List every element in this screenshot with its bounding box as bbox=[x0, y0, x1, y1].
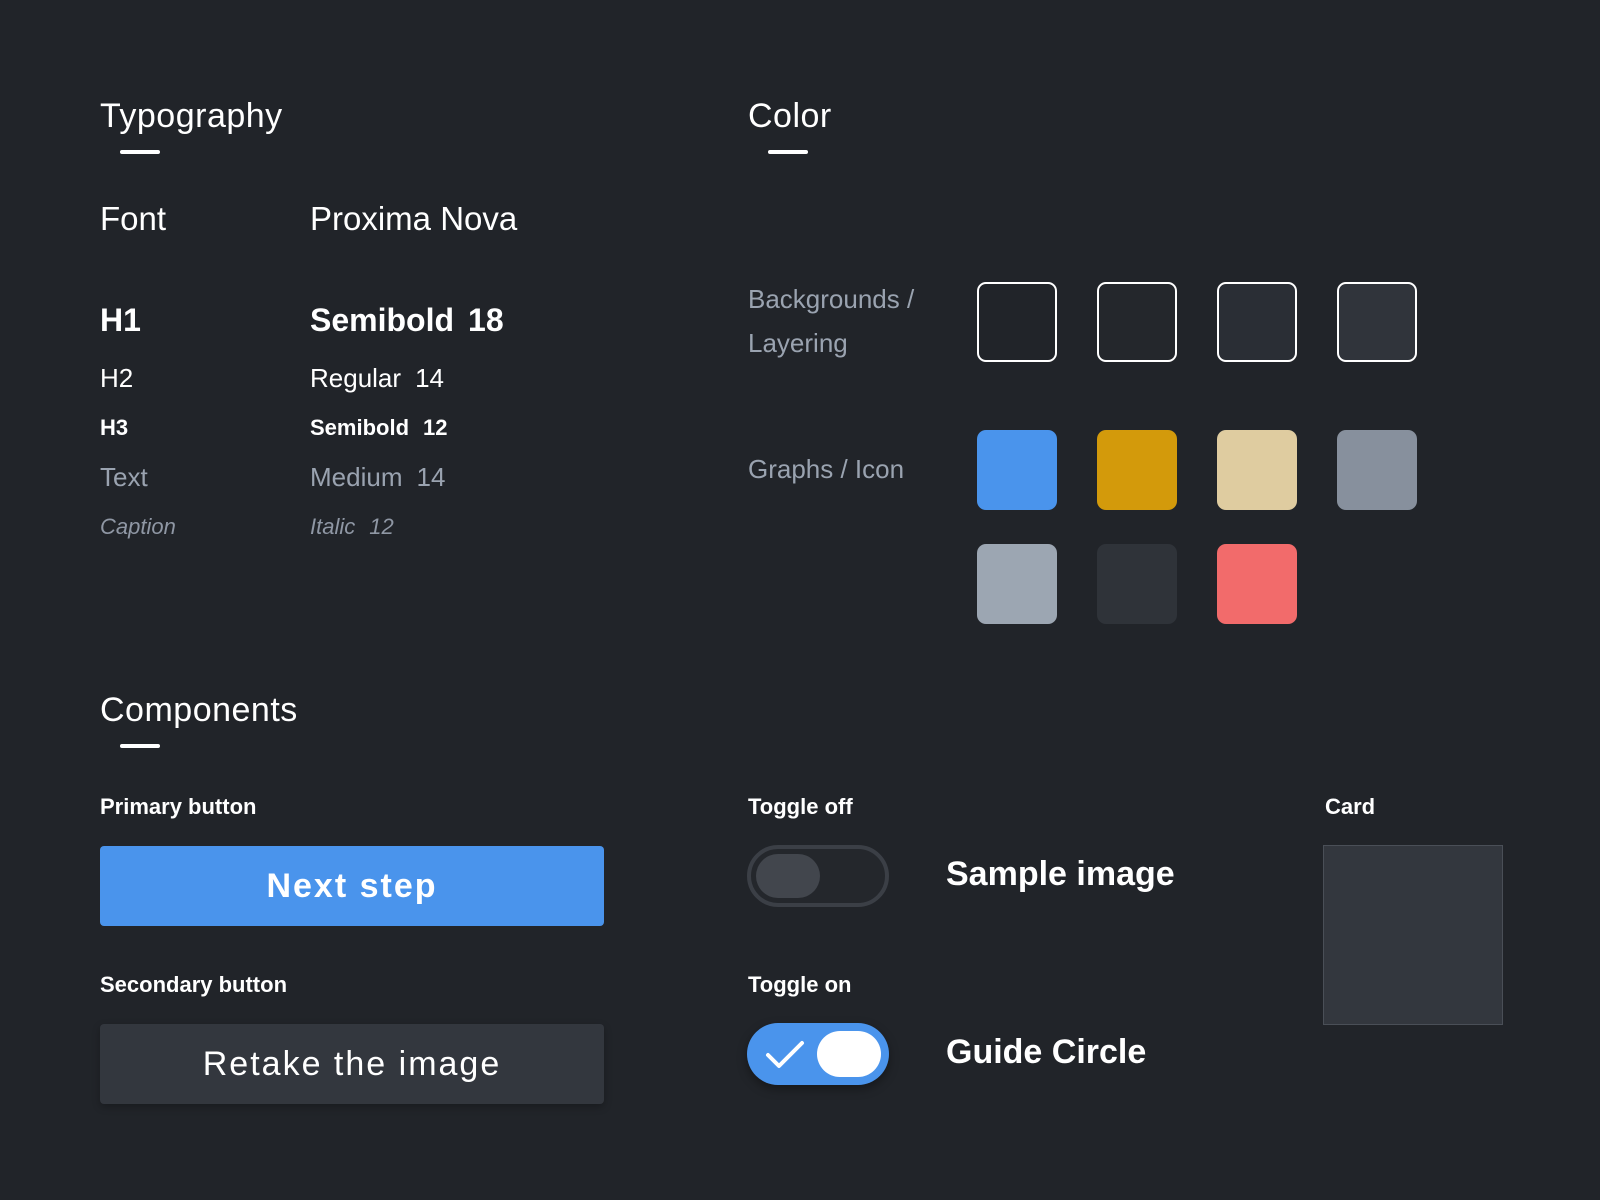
color-title: Color bbox=[748, 97, 832, 135]
caption-label: Caption bbox=[100, 514, 176, 539]
h3-label: H3 bbox=[100, 415, 129, 440]
h3-spec: Semibold 12 bbox=[310, 415, 448, 440]
font-value: Proxima Nova bbox=[310, 200, 518, 237]
checkmark-icon bbox=[766, 1041, 804, 1068]
background-swatch-1 bbox=[977, 282, 1057, 362]
sample-card bbox=[1323, 845, 1503, 1025]
toggle-on-label: Toggle on bbox=[748, 972, 852, 997]
card-label: Card bbox=[1325, 794, 1376, 819]
text-spec: Medium 14 bbox=[310, 462, 446, 492]
backgrounds-label: Backgrounds / Layering bbox=[748, 284, 915, 358]
next-step-button[interactable]: Next step bbox=[100, 846, 604, 926]
h2-label: H2 bbox=[100, 363, 134, 393]
color-underline bbox=[768, 150, 808, 154]
guide-circle-label: Guide Circle bbox=[946, 1033, 1147, 1071]
components-title: Components bbox=[100, 691, 298, 729]
secondary-button-label: Secondary button bbox=[100, 972, 288, 997]
h2-spec: Regular 14 bbox=[310, 363, 444, 393]
components-underline bbox=[120, 744, 160, 748]
typography-underline bbox=[120, 150, 160, 154]
graph-swatch-red bbox=[1217, 544, 1297, 624]
graph-swatch-gold bbox=[1097, 430, 1177, 510]
typography-title: Typography bbox=[100, 97, 283, 135]
guide-circle-toggle[interactable] bbox=[747, 1023, 889, 1085]
graph-swatch-sand bbox=[1217, 430, 1297, 510]
graph-swatch-slate bbox=[1337, 430, 1417, 510]
text-label: Text bbox=[100, 462, 148, 492]
background-swatch-2 bbox=[1097, 282, 1177, 362]
retake-image-button[interactable]: Retake the image bbox=[100, 1024, 604, 1104]
sample-image-toggle[interactable] bbox=[747, 845, 889, 907]
toggle-knob bbox=[817, 1031, 881, 1077]
graphs-label: Graphs / Icon bbox=[748, 454, 905, 484]
graph-swatch-light-gray bbox=[977, 544, 1057, 624]
graph-swatch-dark-gray bbox=[1097, 544, 1177, 624]
toggle-knob bbox=[756, 854, 820, 898]
sample-image-label: Sample image bbox=[946, 855, 1175, 893]
background-swatch-3 bbox=[1217, 282, 1297, 362]
h1-label: H1 bbox=[100, 302, 141, 338]
toggle-off-label: Toggle off bbox=[748, 794, 853, 819]
graph-swatch-blue bbox=[977, 430, 1057, 510]
primary-button-label: Primary button bbox=[100, 794, 257, 819]
background-swatch-4 bbox=[1337, 282, 1417, 362]
h1-spec: Semibold 18 bbox=[310, 302, 504, 338]
caption-spec: Italic 12 bbox=[310, 514, 394, 539]
font-label: Font bbox=[100, 200, 167, 237]
